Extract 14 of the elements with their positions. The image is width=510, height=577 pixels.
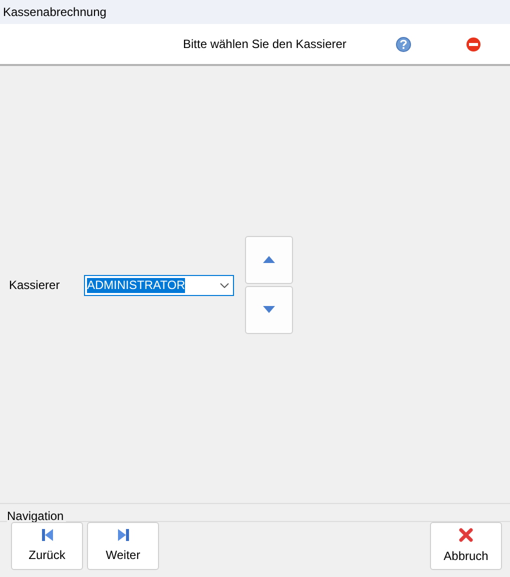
skip-forward-icon [118, 528, 128, 540]
triangle-down-icon [263, 306, 275, 313]
prompt-text: Bitte wählen Sie den Kassierer [183, 36, 348, 53]
cashier-dropdown[interactable]: ADMINISTRATOR [84, 275, 234, 296]
next-button[interactable]: Weiter [87, 522, 159, 570]
close-icon [459, 528, 473, 542]
chevron-down-icon [220, 283, 229, 288]
cancel-button[interactable]: Abbruch [430, 522, 502, 570]
window-title: Kassenabrechnung [3, 4, 106, 21]
triangle-up-icon [263, 256, 275, 263]
cashier-label: Kassierer [9, 276, 61, 294]
help-icon[interactable] [396, 36, 411, 52]
back-button[interactable]: Zurück [11, 522, 83, 570]
skip-back-icon [42, 528, 52, 540]
